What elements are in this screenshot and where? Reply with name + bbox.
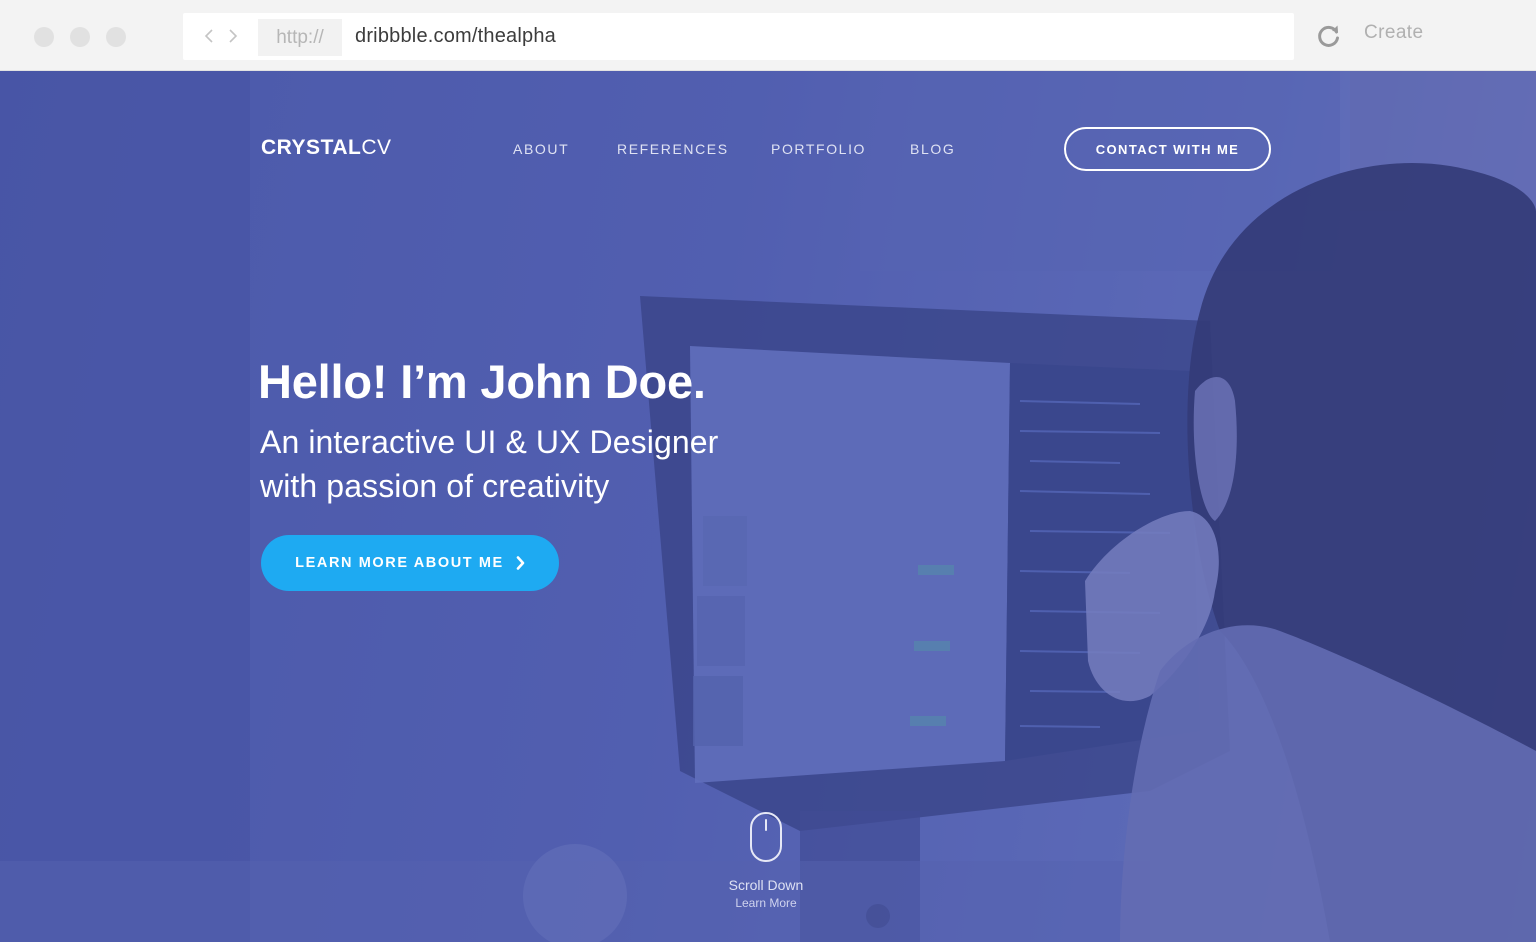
mouse-scroll-icon[interactable] bbox=[749, 811, 783, 868]
nav-item-about[interactable]: ABOUT bbox=[513, 141, 569, 157]
learn-more-label: LEARN MORE ABOUT ME bbox=[295, 555, 504, 571]
site-logo[interactable]: CRYSTALCV bbox=[261, 136, 392, 160]
nav-item-references[interactable]: REFERENCES bbox=[617, 141, 729, 157]
url-text[interactable]: dribbble.com/thealpha bbox=[355, 13, 556, 60]
back-arrow-icon[interactable] bbox=[200, 25, 218, 47]
create-button[interactable]: Create bbox=[1364, 22, 1423, 44]
window-minimize-dot[interactable] bbox=[70, 27, 90, 47]
nav-item-portfolio[interactable]: PORTFOLIO bbox=[771, 141, 866, 157]
scroll-learn-more-label[interactable]: Learn More bbox=[666, 896, 866, 910]
window-close-dot[interactable] bbox=[34, 27, 54, 47]
nav-item-blog[interactable]: BLOG bbox=[910, 141, 955, 157]
hero-subline-1: An interactive UI & UX Designer bbox=[260, 424, 719, 460]
chevron-right-icon bbox=[516, 556, 525, 570]
url-protocol: http:// bbox=[258, 19, 342, 56]
hero-subline-2: with passion of creativity bbox=[260, 468, 610, 504]
logo-light-part: CV bbox=[361, 136, 392, 159]
address-bar[interactable]: http:// dribbble.com/thealpha bbox=[183, 13, 1294, 60]
browser-toolbar: http:// dribbble.com/thealpha Create bbox=[0, 0, 1536, 71]
reload-icon[interactable] bbox=[1316, 23, 1342, 49]
logo-bold-part: CRYSTAL bbox=[261, 136, 362, 159]
scroll-down-label[interactable]: Scroll Down bbox=[666, 877, 866, 893]
forward-arrow-icon[interactable] bbox=[224, 25, 242, 47]
contact-button[interactable]: CONTACT WITH ME bbox=[1064, 127, 1271, 171]
hero-section: CRYSTALCV ABOUT REFERENCES PORTFOLIO BLO… bbox=[0, 71, 1536, 942]
window-maximize-dot[interactable] bbox=[106, 27, 126, 47]
hero-headline: Hello! I’m John Doe. bbox=[258, 355, 706, 408]
learn-more-button[interactable]: LEARN MORE ABOUT ME bbox=[261, 535, 559, 591]
